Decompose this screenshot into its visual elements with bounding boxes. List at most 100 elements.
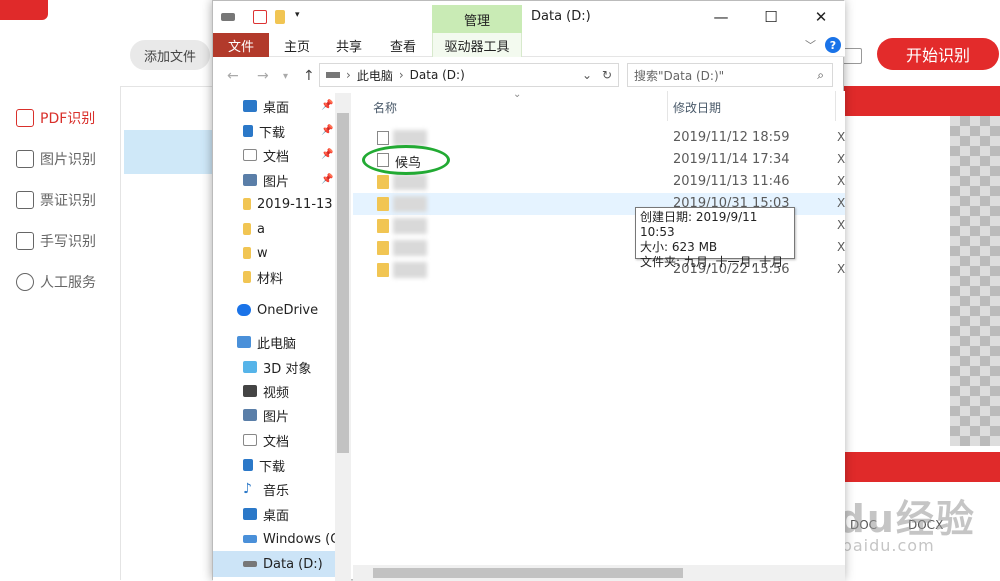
nav-item-onedrive[interactable]: OneDrive [237,299,318,321]
pin-icon[interactable]: 📌 [321,125,333,136]
column-name[interactable]: 名称 [373,99,397,116]
chevron-down-icon[interactable]: ⌄ [582,68,592,82]
breadcrumb-this-pc[interactable]: 此电脑 [357,67,393,84]
nav-item-drive-d[interactable]: Data (D:) [243,553,323,575]
tab-file[interactable]: 文件 [213,33,269,57]
smiley-icon [16,273,34,291]
chevron-right-icon[interactable]: › [399,68,404,82]
nav-item-this-pc[interactable]: 此电脑 [237,331,296,353]
nav-item-folder[interactable]: w [243,242,268,264]
nav-item-desktop[interactable]: 桌面 [243,95,289,117]
search-input[interactable]: 搜索"Data (D:)" ⌕ [627,63,833,87]
file-date: 2019/11/14 17:34 [673,152,790,167]
column-separator[interactable] [667,91,668,121]
nav-item-label: 3D 对象 [263,361,312,377]
expand-ribbon-icon[interactable]: ﹀ [805,37,816,53]
nav-item-label: Data (D:) [263,556,323,572]
handwriting-icon [16,232,34,250]
nav-item-drive-c[interactable]: Windows (C [243,528,339,550]
add-file-button[interactable]: 添加文件 [130,40,210,70]
nav-item-3d-objects[interactable]: 3D 对象 [243,356,311,378]
nav-item-downloads[interactable]: 下载 [243,120,285,142]
refresh-icon[interactable]: ↻ [602,68,612,82]
desktop-icon [243,508,257,520]
sidebar-item-ticket[interactable]: 票证识别 [16,188,116,212]
nav-item-label: Windows (C [263,531,340,547]
nav-item-videos[interactable]: 视频 [243,380,289,402]
preview-footer [844,452,1000,482]
nav-item-documents[interactable]: 文档 [243,144,289,166]
pin-icon[interactable]: 📌 [321,100,333,111]
tab-manage[interactable]: 管理 [432,5,522,33]
address-bar[interactable]: › 此电脑 › Data (D:) ⌄ ↻ [319,63,619,87]
search-placeholder: 搜索"Data (D:)" [634,68,725,83]
title-bar: ▾ 管理 Data (D:) — ☐ ✕ [213,1,845,33]
sidebar-item-handwriting[interactable]: 手写识别 [16,229,116,253]
sidebar-item-image[interactable]: 图片识别 [16,147,116,171]
horizontal-scroll-thumb[interactable] [373,568,683,578]
list-item[interactable]: 2019/11/12 18:59 X [353,127,845,149]
nav-item-folder[interactable]: 材料 [243,266,283,288]
nav-item-label: 音乐 [263,483,290,499]
app-logo [0,0,48,20]
tooltip-created: 创建日期: 2019/9/11 10:53 [640,210,758,239]
file-row-selected[interactable] [124,130,214,174]
cloud-icon [237,304,251,316]
nav-item-folder[interactable]: 2019-11-13 [243,193,333,215]
nav-item-desktop[interactable]: 桌面 [243,503,289,525]
sidebar-item-pdf[interactable]: PDF识别 [16,106,116,130]
maximize-button[interactable]: ☐ [751,5,791,29]
properties-icon[interactable] [253,10,267,24]
nav-item-folder[interactable]: a [243,218,265,240]
up-icon[interactable]: ↑ [303,68,315,84]
sidebar-item-service[interactable]: 人工服务 [16,270,116,294]
column-separator[interactable] [835,91,836,121]
file-extra: X [837,130,846,144]
chevron-right-icon[interactable]: › [346,68,351,82]
nav-item-pictures[interactable]: 图片 [243,169,289,191]
nav-item-label: 视频 [263,385,290,401]
forward-icon[interactable]: → [257,68,269,84]
nav-item-downloads[interactable]: 下载 [243,454,285,476]
file-extra: X [837,218,846,232]
breadcrumb-data-d[interactable]: Data (D:) [410,68,465,82]
blurred-name [393,174,427,190]
folder-tooltip: 创建日期: 2019/9/11 10:53 大小: 623 MB 文件夹: 九月… [635,207,795,269]
download-icon [243,459,253,471]
folder-icon [243,271,251,283]
file-extra: X [837,174,846,188]
close-button[interactable]: ✕ [801,5,841,29]
nav-item-pictures[interactable]: 图片 [243,404,289,426]
sidebar-item-label: 手写识别 [40,234,96,250]
tab-share[interactable]: 共享 [325,33,373,57]
nav-item-music[interactable]: ♪ 音乐 [243,478,289,500]
tray-icon[interactable] [842,48,862,64]
folder-icon[interactable] [275,10,285,24]
pin-icon[interactable]: 📌 [321,174,333,185]
minimize-button[interactable]: — [701,5,741,29]
file-extra: X [837,196,846,210]
list-item[interactable]: 2019/11/13 11:46 X [353,171,845,193]
id-card-icon [16,191,34,209]
help-icon[interactable]: ? [825,37,841,53]
recent-dropdown-icon[interactable]: ▾ [283,71,288,82]
preview-header [844,86,1000,116]
sidebar-item-label: 人工服务 [40,275,96,291]
nav-item-documents[interactable]: 文档 [243,429,289,451]
folder-icon [377,263,389,277]
tab-home[interactable]: 主页 [273,33,321,57]
start-recognition-button[interactable]: 开始识别 [877,38,999,70]
folder-icon [243,247,251,259]
document-icon [243,149,257,161]
file-extra: X [837,152,846,166]
customize-dropdown-icon[interactable]: ▾ [295,10,309,24]
tab-view[interactable]: 查看 [379,33,427,57]
nav-scroll-thumb[interactable] [337,113,349,453]
pin-icon[interactable]: 📌 [321,149,333,160]
nav-item-label: 2019-11-13 [257,196,333,212]
back-icon[interactable]: ← [227,68,239,84]
blurred-name [393,218,427,234]
column-date[interactable]: 修改日期 [673,99,721,116]
tooltip-size: 大小: 623 MB [640,240,718,254]
tab-drive-tools[interactable]: 驱动器工具 [432,33,522,57]
